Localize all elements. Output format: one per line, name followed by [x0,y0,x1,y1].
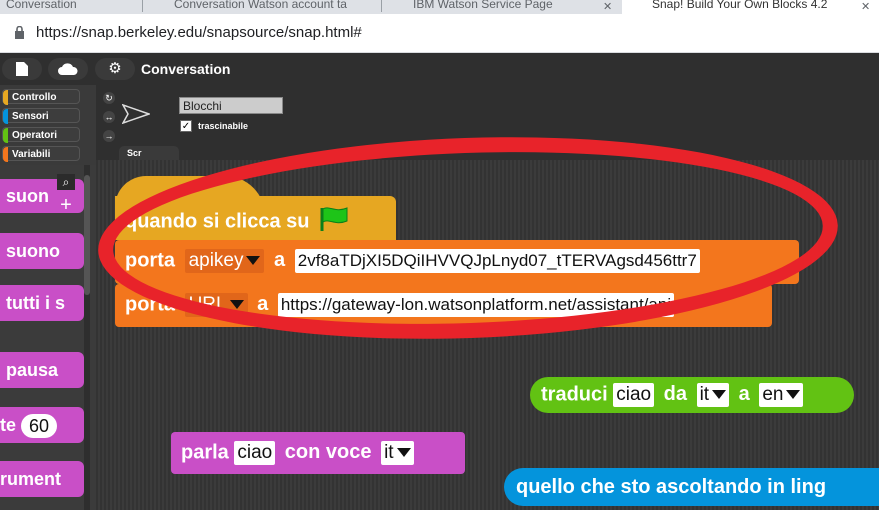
block-label: te [0,415,17,435]
category-selector: Controllo Sensori Operatori Variabili [0,85,96,165]
category-swatch [3,147,8,162]
apikey-value-input[interactable]: 2vf8aTDjXI5DQiIHVVQJpLnyd07_tTERVAgsd456… [294,249,700,273]
block-label: tutti i s [6,293,65,313]
browser-tab-active[interactable]: Snap! Build Your Own Blocks 4.2 [622,0,879,14]
tab-title: Conversation Watson account ta [174,0,347,11]
block-label: rument [0,469,62,489]
to-language-dropdown[interactable]: en [759,383,804,407]
browser-tab[interactable]: IBM Watson Service Page [391,0,633,14]
tab-separator [142,0,143,12]
green-flag-icon [319,206,349,238]
tab-title: IBM Watson Service Page [413,0,553,11]
url-value-input[interactable]: https://gateway-lon.watsonplatform.net/a… [277,293,675,317]
tab-title: Conversation [6,0,77,11]
block-label: porta [125,293,175,316]
close-icon[interactable]: ✕ [603,0,612,13]
voice-value: it [384,442,394,463]
block-label: a [274,249,286,272]
category-label: Operatori [12,130,58,141]
address-bar: https://snap.berkeley.edu/snapsource/sna… [0,14,879,53]
category-swatch [3,109,8,124]
tempo-value[interactable]: 60 [21,414,58,439]
snap-top-bar: ⚙ Conversation [0,53,879,85]
category-variables[interactable]: Variabili [2,146,80,162]
chevron-down-icon [229,300,244,310]
block-label: quello che sto ascoltando in ling [516,476,827,498]
rotate-icon[interactable]: ↻ [103,92,115,104]
category-label: Variabili [12,149,51,160]
when-flag-clicked-block[interactable]: quando si clicca su [115,196,396,240]
lock-icon[interactable] [14,25,25,42]
chevron-down-icon [786,390,801,400]
file-icon[interactable] [2,58,42,80]
translate-text-input[interactable]: ciao [613,383,655,407]
chevron-down-icon [246,256,261,266]
add-icon[interactable]: + [57,195,75,215]
chevron-down-icon [396,448,411,458]
project-title: Conversation [141,61,231,77]
language-value: en [762,384,784,405]
block-palette: suon suono tutti i s pausa te 60 rument [0,165,96,510]
variable-name: URL [188,294,227,315]
block-label: traduci [541,383,608,406]
category-swatch [3,128,8,143]
palette-block-rest[interactable]: pausa [0,352,84,388]
tab-scripts[interactable]: Scr [119,146,179,160]
tab-title: Snap! Build Your Own Blocks 4.2 [652,0,828,11]
tab-separator [381,0,382,12]
from-language-dropdown[interactable]: it [696,383,730,407]
close-icon[interactable]: ✕ [861,0,870,13]
block-label: suon [6,186,49,206]
block-label: con voce [284,441,372,464]
block-label: a [257,293,269,316]
variable-dropdown[interactable]: URL [184,293,248,317]
cloud-icon[interactable] [48,58,88,80]
palette-block-instrument[interactable]: rument [0,461,84,497]
draggable-label: trascinabile [198,121,249,131]
block-label: quando si clicca su [125,210,310,233]
palette-block-stop-all-sounds[interactable]: tutti i s [0,285,84,321]
flip-icon[interactable]: ↔ [103,111,115,123]
category-operators[interactable]: Operatori [2,127,80,143]
palette-block-sound[interactable]: suono [0,233,84,269]
variable-dropdown[interactable]: apikey [184,249,265,273]
url-field[interactable]: https://snap.berkeley.edu/snapsource/sna… [36,24,362,41]
language-value: it [699,384,710,405]
set-url-block[interactable]: porta URL a https://gateway-lon.watsonpl… [115,284,772,327]
draggable-checkbox[interactable]: ✓ [180,120,192,132]
browser-tab[interactable]: Conversation [0,0,141,14]
browser-tab[interactable]: Conversation Watson account ta [152,0,394,14]
no-rotate-icon[interactable]: → [103,130,115,142]
sprite-name-field[interactable]: Blocchi [179,97,283,114]
translate-block[interactable]: traduci ciao da it a en [530,377,854,413]
variable-name: apikey [188,250,244,271]
category-swatch [3,90,8,105]
voice-dropdown[interactable]: it [381,441,414,465]
block-label: da [663,383,688,406]
block-label: pausa [6,360,59,380]
palette-scrollbar-thumb[interactable] [84,175,90,295]
set-apikey-block[interactable]: porta apikey a 2vf8aTDjXI5DQiIHVVQJpLnyd… [115,240,799,284]
browser-tab-strip: Conversation Conversation Watson account… [0,0,879,14]
block-label: parla [181,441,229,464]
search-icon[interactable]: ⌕ [57,174,75,190]
block-label: porta [125,249,175,272]
category-control[interactable]: Controllo [2,89,80,105]
block-label: suono [6,241,60,261]
category-label: Controllo [12,92,57,103]
chevron-down-icon [712,390,727,400]
sprite-thumbnail-icon [121,103,152,129]
speak-text-input[interactable]: ciao [234,441,276,465]
category-sensing[interactable]: Sensori [2,108,80,124]
palette-block-tempo[interactable]: te 60 [0,407,84,443]
speak-block[interactable]: parla ciao con voce it [171,432,465,474]
gear-icon[interactable]: ⚙ [95,58,135,80]
listening-reporter-block[interactable]: quello che sto ascoltando in ling [504,468,879,506]
category-label: Sensori [12,111,49,122]
block-label: a [738,383,750,406]
